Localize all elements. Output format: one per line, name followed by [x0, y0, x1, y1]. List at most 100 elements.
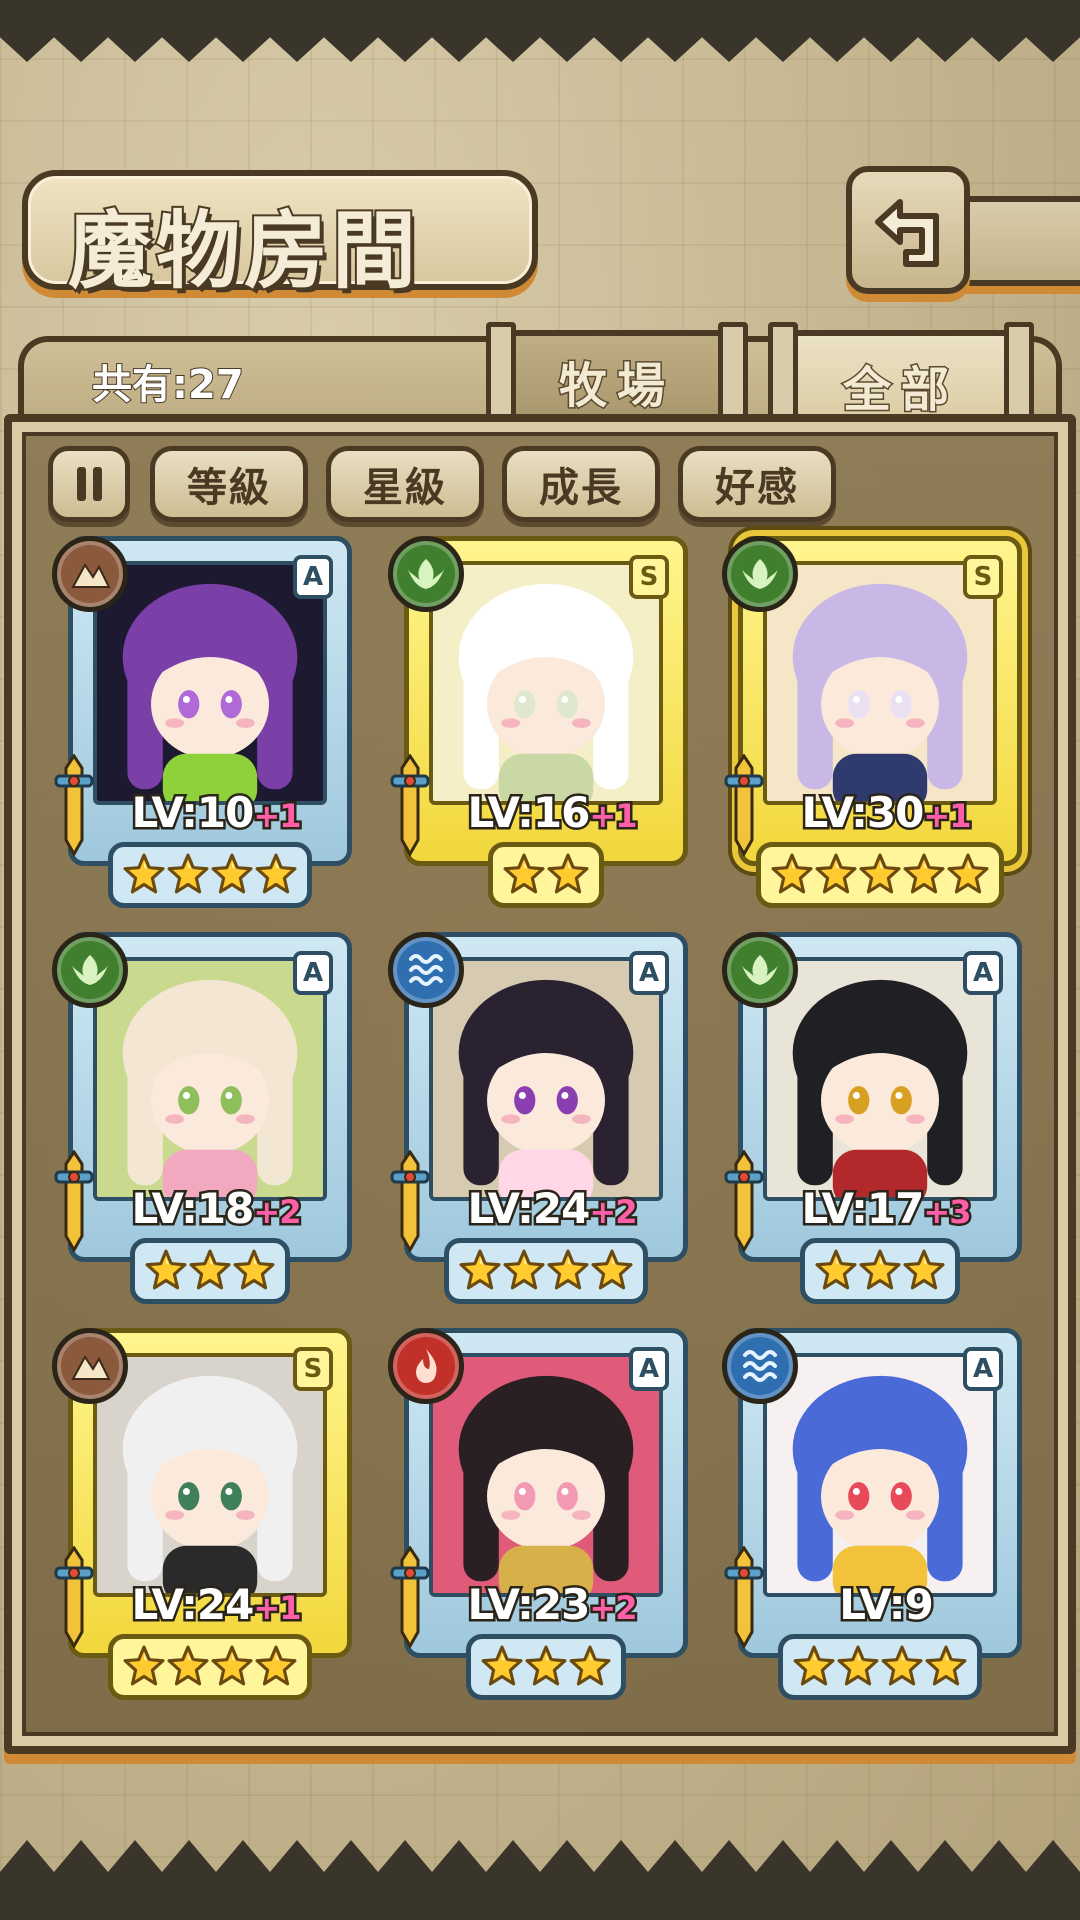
back-arrow-icon — [875, 199, 939, 267]
monster-portrait — [433, 565, 659, 801]
level-label: LV:24+2 — [446, 1182, 658, 1236]
sort-toggle-icon — [77, 467, 86, 501]
tab-ranch[interactable]: 牧場 — [486, 322, 748, 442]
star-icon — [859, 1249, 901, 1290]
rank-badge: A — [293, 555, 333, 599]
rank-badge: S — [963, 555, 1003, 599]
level-value: LV:16 — [465, 786, 593, 840]
earth-element-icon — [52, 536, 128, 612]
top-zigzag-border — [0, 0, 1080, 62]
star-icon — [793, 1645, 835, 1686]
monster-portrait — [97, 1357, 323, 1593]
star-icon — [211, 853, 253, 894]
monster-count: 共有:27 — [91, 361, 245, 409]
monster-card[interactable]: A LV:24+2 — [388, 932, 688, 1304]
star-icon — [815, 853, 857, 894]
level-label: LV:16+1 — [446, 786, 658, 840]
wood-element-icon — [722, 536, 798, 612]
level-value: LV:24 — [465, 1182, 593, 1236]
back-button[interactable] — [846, 166, 970, 294]
level-label: LV:17+3 — [780, 1182, 992, 1236]
portrait-box — [429, 1353, 663, 1597]
portrait-box — [429, 561, 663, 805]
back-button-rail — [962, 196, 1080, 286]
star-icon — [167, 1645, 209, 1686]
star-icon — [167, 853, 209, 894]
water-element-icon — [722, 1328, 798, 1404]
star-icon — [189, 1249, 231, 1290]
star-icon — [881, 1645, 923, 1686]
monster-card[interactable]: S LV:24+1 — [52, 1328, 352, 1700]
sort-toggle-button[interactable] — [48, 446, 130, 522]
monster-portrait — [767, 1357, 993, 1593]
monster-portrait — [433, 1357, 659, 1593]
monster-card[interactable]: A LV:23+2 — [388, 1328, 688, 1700]
monster-card[interactable]: A LV:18+2 — [52, 932, 352, 1304]
level-bonus: +1 — [921, 795, 974, 838]
monster-card[interactable]: A LV:9 — [722, 1328, 1022, 1700]
star-icon — [503, 853, 545, 894]
level-bonus: +1 — [587, 795, 640, 838]
star-rating — [738, 1238, 1022, 1304]
filter-star-button[interactable]: 星級 — [326, 446, 484, 522]
star-rating — [68, 1238, 352, 1304]
rank-badge: S — [293, 1347, 333, 1391]
star-rating — [404, 1634, 688, 1700]
rank-badge: A — [629, 1347, 669, 1391]
level-label: LV:9 — [780, 1578, 992, 1632]
star-rating — [404, 1238, 688, 1304]
portrait-box — [763, 1353, 997, 1597]
wood-element-icon — [722, 932, 798, 1008]
rank-badge: A — [293, 951, 333, 995]
star-icon — [859, 853, 901, 894]
level-bonus: +2 — [587, 1587, 640, 1630]
star-icon — [459, 1249, 501, 1290]
star-icon — [925, 1645, 967, 1686]
star-icon — [771, 853, 813, 894]
level-bonus: +3 — [921, 1191, 974, 1234]
level-bonus: +1 — [251, 795, 304, 838]
star-icon — [123, 1645, 165, 1686]
monster-portrait — [97, 961, 323, 1197]
star-icon — [815, 1249, 857, 1290]
title-plate: 魔物房間 — [22, 170, 538, 302]
star-icon — [255, 853, 297, 894]
star-icon — [837, 1645, 879, 1686]
level-bonus: +2 — [251, 1191, 304, 1234]
filter-level-button[interactable]: 等級 — [150, 446, 308, 522]
star-icon — [547, 853, 589, 894]
star-icon — [591, 1249, 633, 1290]
monster-card[interactable]: A LV:10+1 — [52, 536, 352, 908]
rank-badge: A — [963, 951, 1003, 995]
star-icon — [503, 1249, 545, 1290]
monster-card[interactable]: A LV:17+3 — [722, 932, 1022, 1304]
portrait-box — [93, 957, 327, 1201]
star-icon — [123, 853, 165, 894]
level-label: LV:18+2 — [110, 1182, 322, 1236]
fire-element-icon — [388, 1328, 464, 1404]
star-rating — [68, 1634, 352, 1700]
portrait-box — [93, 1353, 327, 1597]
star-icon — [233, 1249, 275, 1290]
level-value: LV:24 — [129, 1578, 257, 1632]
monster-card[interactable]: S LV:30+1 — [722, 536, 1022, 908]
star-icon — [481, 1645, 523, 1686]
star-rating — [68, 842, 352, 908]
level-label: LV:24+1 — [110, 1578, 322, 1632]
filter-growth-button[interactable]: 成長 — [502, 446, 660, 522]
star-icon — [255, 1645, 297, 1686]
level-value: LV:9 — [837, 1578, 937, 1632]
monster-portrait — [433, 961, 659, 1197]
sort-toggle-icon-bar — [93, 467, 102, 501]
star-icon — [569, 1645, 611, 1686]
monster-card[interactable]: S LV:16+1 — [388, 536, 688, 908]
bottom-zigzag-border — [0, 1840, 1080, 1920]
level-bonus: +1 — [251, 1587, 304, 1630]
filter-affection-button[interactable]: 好感 — [678, 446, 836, 522]
monster-portrait — [97, 565, 323, 801]
portrait-box — [93, 561, 327, 805]
level-value: LV:23 — [465, 1578, 593, 1632]
level-value: LV:30 — [799, 786, 927, 840]
game-screen: 魔物房間 共有:27 牧場 全部 等級 星級 成長 好感 A LV:10+1 S… — [0, 0, 1080, 1920]
page-title: 魔物房間 — [66, 199, 421, 302]
